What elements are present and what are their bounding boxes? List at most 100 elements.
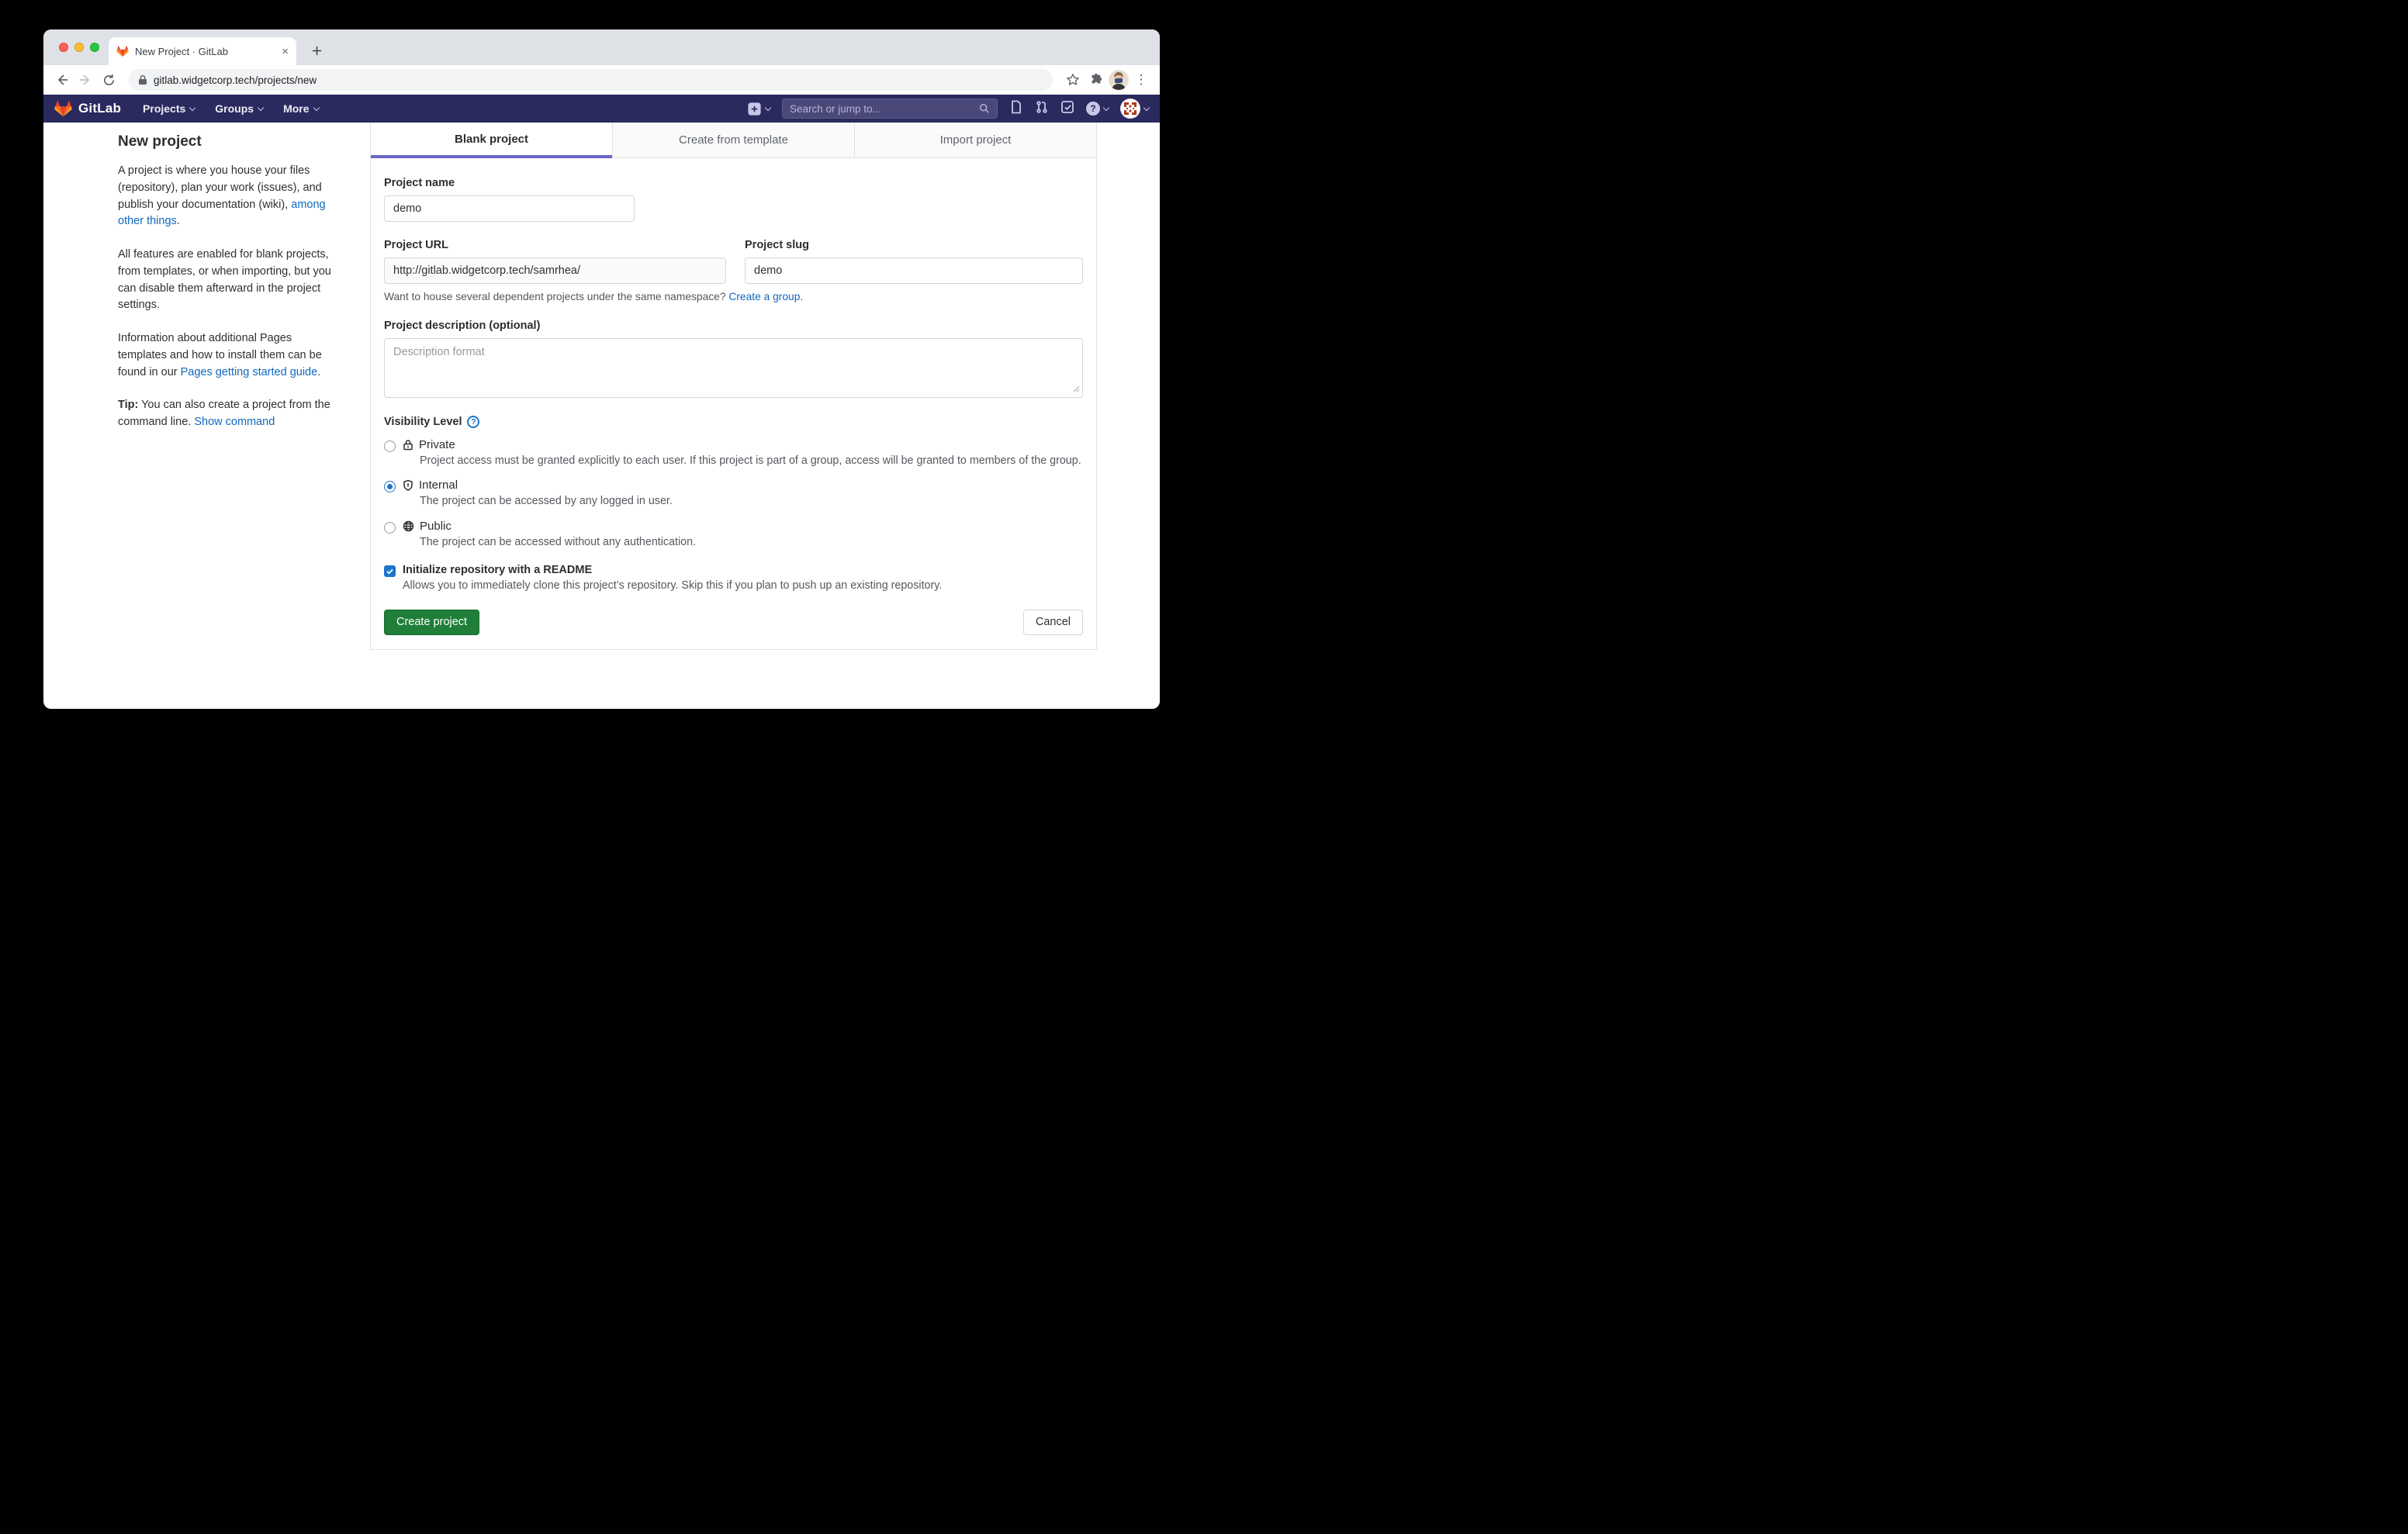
new-tab-button[interactable] — [307, 41, 326, 60]
forward-button[interactable] — [74, 69, 96, 91]
menu-projects[interactable]: Projects — [143, 102, 195, 115]
namespace-hint: Want to house several dependent projects… — [384, 291, 1083, 302]
project-name-input[interactable] — [384, 195, 635, 222]
show-command-link[interactable]: Show command — [194, 416, 275, 428]
browser-tab[interactable]: New Project · GitLab × — [109, 37, 296, 65]
tab-blank-project[interactable]: Blank project — [371, 123, 612, 158]
chevron-down-icon — [258, 104, 264, 110]
window-close-button[interactable] — [59, 43, 68, 52]
search-icon — [979, 103, 990, 114]
gitlab-navbar: GitLab Projects Groups More — [43, 95, 1160, 123]
visibility-private-name: Private — [419, 438, 455, 451]
chevron-down-icon — [1143, 104, 1150, 110]
window-controls — [59, 43, 99, 52]
gitlab-favicon — [116, 45, 129, 57]
lock-icon — [403, 439, 413, 451]
project-name-label: Project name — [384, 177, 1083, 189]
help-menu-button[interactable]: ? — [1086, 102, 1109, 116]
radio-internal[interactable] — [384, 481, 396, 492]
project-url-input[interactable] — [384, 257, 726, 284]
todos-icon[interactable] — [1060, 100, 1074, 118]
visibility-internal-name: Internal — [419, 479, 458, 492]
menu-more[interactable]: More — [283, 102, 318, 115]
browser-menu-icon[interactable]: ⋮ — [1130, 69, 1152, 91]
menu-projects-label: Projects — [143, 102, 185, 115]
visibility-option-private[interactable]: Private Project access must be granted e… — [384, 438, 1083, 468]
reload-button[interactable] — [98, 69, 119, 91]
help-text: . — [177, 215, 180, 227]
browser-profile-avatar[interactable] — [1109, 70, 1129, 90]
user-avatar — [1120, 98, 1140, 119]
readme-label: Initialize repository with a README — [403, 564, 942, 576]
new-project-panel: Blank project Create from template Impor… — [370, 123, 1097, 650]
tab-import-project[interactable]: Import project — [854, 123, 1096, 158]
user-menu-button[interactable] — [1120, 98, 1149, 119]
visibility-option-internal[interactable]: Internal The project can be accessed by … — [384, 479, 1083, 509]
menu-groups[interactable]: Groups — [215, 102, 263, 115]
lock-icon — [138, 74, 147, 85]
url-bar[interactable]: gitlab.widgetcorp.tech/projects/new — [129, 69, 1053, 91]
chevron-down-icon — [313, 104, 319, 110]
visibility-internal-description: The project can be accessed by any logge… — [420, 494, 673, 509]
help-tip: Tip: You can also create a project from … — [118, 397, 338, 431]
radio-public[interactable] — [384, 522, 396, 534]
visibility-option-public[interactable]: Public The project can be accessed witho… — [384, 520, 1083, 550]
page-title: New project — [118, 133, 338, 150]
radio-private[interactable] — [384, 441, 396, 452]
globe-icon — [403, 520, 414, 532]
plus-square-icon — [747, 102, 762, 116]
cancel-button[interactable]: Cancel — [1023, 610, 1083, 635]
browser-toolbar: gitlab.widgetcorp.tech/projects/new ⋮ — [43, 65, 1160, 95]
tab-create-from-template[interactable]: Create from template — [612, 123, 854, 158]
merge-requests-icon[interactable] — [1035, 100, 1049, 118]
window-zoom-button[interactable] — [90, 43, 99, 52]
visibility-public-description: The project can be accessed without any … — [420, 535, 696, 550]
pages-guide-link[interactable]: Pages getting started guide — [181, 366, 318, 378]
project-description-textarea[interactable] — [384, 338, 1083, 398]
tab-title: New Project · GitLab — [135, 46, 275, 57]
tip-label: Tip: — [118, 399, 138, 411]
url-text: gitlab.widgetcorp.tech/projects/new — [154, 74, 317, 86]
create-project-button[interactable]: Create project — [384, 610, 479, 635]
visibility-level-label: Visibility Level — [384, 416, 462, 428]
gitlab-brand[interactable]: GitLab — [54, 100, 121, 117]
readme-description: Allows you to immediately clone this pro… — [403, 579, 942, 592]
search-input[interactable] — [790, 103, 974, 115]
global-search[interactable] — [782, 98, 998, 119]
menu-groups-label: Groups — [215, 102, 254, 115]
project-slug-input[interactable] — [745, 257, 1083, 284]
menu-more-label: More — [283, 102, 309, 115]
help-paragraph: A project is where you house your files … — [118, 163, 338, 230]
extensions-puzzle-icon[interactable] — [1085, 69, 1107, 91]
help-text: . — [317, 366, 320, 378]
browser-window: New Project · GitLab × — [43, 29, 1160, 709]
visibility-help-icon[interactable]: ? — [467, 416, 479, 428]
visibility-public-name: Public — [420, 520, 452, 533]
back-button[interactable] — [51, 69, 73, 91]
help-icon: ? — [1086, 102, 1100, 116]
project-slug-label: Project slug — [745, 239, 1083, 251]
create-group-link[interactable]: Create a group. — [728, 291, 803, 302]
shield-icon — [403, 479, 413, 491]
desktop-background: New Project · GitLab × — [0, 0, 1204, 767]
issues-icon[interactable] — [1009, 100, 1023, 118]
new-menu-button[interactable] — [747, 102, 770, 116]
browser-tab-strip: New Project · GitLab × — [43, 29, 1160, 65]
help-paragraph: Information about additional Pages templ… — [118, 330, 338, 381]
gitlab-navbar-right: ? — [747, 98, 1149, 119]
page-content: New project A project is where you house… — [43, 123, 1160, 709]
project-type-tabs: Blank project Create from template Impor… — [371, 123, 1096, 158]
visibility-private-description: Project access must be granted explicitl… — [420, 454, 1081, 468]
readme-option[interactable]: Initialize repository with a README Allo… — [384, 564, 1083, 592]
project-url-label: Project URL — [384, 239, 726, 251]
chevron-down-icon — [189, 104, 195, 110]
resize-grip-icon[interactable] — [1073, 382, 1080, 396]
help-paragraph: All features are enabled for blank proje… — [118, 247, 338, 314]
readme-checkbox[interactable] — [384, 565, 396, 577]
new-project-help-column: New project A project is where you house… — [118, 129, 338, 447]
window-minimize-button[interactable] — [74, 43, 84, 52]
bookmark-star-icon[interactable] — [1062, 69, 1084, 91]
tab-close-icon[interactable]: × — [282, 46, 289, 57]
chevron-down-icon — [1103, 104, 1109, 110]
gitlab-logo-icon — [54, 100, 72, 117]
